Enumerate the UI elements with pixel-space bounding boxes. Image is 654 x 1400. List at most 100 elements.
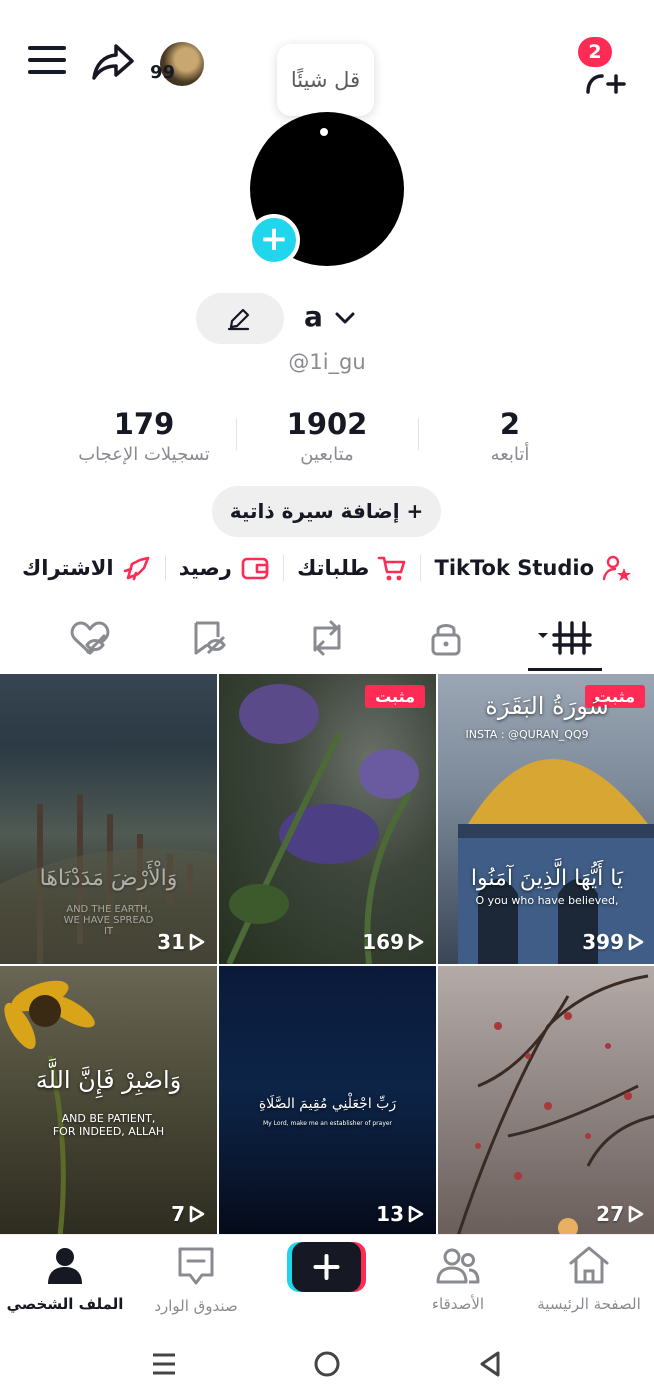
- followers-count: 1902: [286, 407, 368, 441]
- tab-private[interactable]: [416, 614, 476, 662]
- story-count: 99: [150, 62, 176, 83]
- video-tile[interactable]: وَالْأَرْضَ مَدَدْنَاهَا AND THE EARTH, …: [0, 674, 217, 964]
- following-count: 2: [499, 407, 521, 441]
- play-icon: [628, 1205, 644, 1223]
- liked-icon: [70, 621, 110, 655]
- view-count: 31: [157, 930, 205, 954]
- add-bio-label: إضافة سيرة ذاتية: [229, 499, 400, 523]
- subscription-label: الاشتراك: [22, 556, 114, 580]
- tab-saved[interactable]: [180, 614, 240, 662]
- back-icon[interactable]: [476, 1350, 504, 1378]
- orders-label: طلباتك: [297, 556, 370, 580]
- following-stat[interactable]: 2 أتابعه: [430, 406, 590, 468]
- share-icon[interactable]: [90, 40, 136, 84]
- nav-friends-label: الأصدقاء: [431, 1295, 485, 1313]
- video-grid: وَالْأَرْضَ مَدَدْنَاهَا AND THE EARTH, …: [0, 674, 654, 1234]
- view-count: 169: [362, 930, 424, 954]
- view-count: 7: [171, 1202, 205, 1226]
- play-icon: [189, 1205, 205, 1223]
- likes-count: 179: [113, 407, 175, 441]
- display-name[interactable]: a: [304, 300, 355, 333]
- plus-icon: +: [399, 499, 424, 523]
- video-caption-en: O you who have believed,: [475, 894, 619, 907]
- likes-stat[interactable]: 179 تسجيلات الإعجاب: [64, 406, 224, 468]
- edit-profile-button[interactable]: [196, 293, 284, 344]
- nav-inbox-label: صندوق الوارد: [154, 1297, 238, 1315]
- video-caption: رَبِّ اجْعَلْنِي مُقِيمَ الصَّلَاةِ: [258, 1096, 397, 1112]
- video-caption: يَا أَيُّهَا الَّذِينَ آمَنُوا: [470, 866, 624, 891]
- profile-links-row: TikTok Studio طلباتك رصيد الاشتراك: [22, 548, 632, 588]
- video-tile[interactable]: رَبِّ اجْعَلْنِي مُقِيمَ الصَّلَاةِ My L…: [219, 966, 436, 1234]
- view-count-value: 7: [171, 1202, 185, 1226]
- view-count-value: 399: [582, 930, 624, 954]
- nav-profile-label: الملف الشخصي: [6, 1295, 124, 1313]
- videos-grid-icon: [538, 621, 592, 655]
- note-bubble[interactable]: قل شيئًا: [277, 44, 374, 116]
- repost-icon: [313, 620, 341, 656]
- stat-divider: [236, 418, 237, 450]
- video-title-caption: سُورَةُ البَقَرَة: [485, 692, 609, 720]
- likes-label: تسجيلات الإعجاب: [78, 444, 210, 465]
- tiktok-studio-label: TikTok Studio: [434, 556, 595, 580]
- nav-inbox[interactable]: صندوق الوارد: [131, 1245, 261, 1315]
- active-tab-indicator: [528, 668, 602, 671]
- video-caption: وَاصْبِرْ فَإِنَّ اللَّهَ: [35, 1066, 182, 1094]
- video-caption: وَالْأَرْضَ مَدَدْنَاهَا: [39, 866, 178, 891]
- play-icon: [408, 1205, 424, 1223]
- create-button[interactable]: [287, 1242, 366, 1292]
- video-tile[interactable]: مثبت 169: [219, 674, 436, 964]
- balance-link[interactable]: رصيد: [179, 554, 270, 582]
- view-count: 27: [596, 1202, 644, 1226]
- plus-icon: [287, 1242, 366, 1292]
- saved-icon: [194, 621, 226, 655]
- view-count-value: 169: [362, 930, 404, 954]
- orders-link[interactable]: طلباتك: [297, 554, 407, 582]
- recents-icon[interactable]: [150, 1350, 178, 1378]
- person-star-icon: [602, 555, 631, 581]
- video-tile[interactable]: 27: [438, 966, 654, 1234]
- chevron-down-icon: [335, 312, 355, 324]
- home-circle-icon[interactable]: [313, 1350, 341, 1378]
- friends-icon: [436, 1248, 480, 1284]
- add-avatar-plus-icon[interactable]: +: [248, 214, 300, 266]
- stat-divider: [418, 418, 419, 450]
- nav-profile[interactable]: الملف الشخصي: [0, 1245, 130, 1313]
- wallet-icon: [241, 557, 269, 580]
- link-divider: [282, 555, 284, 581]
- menu-icon[interactable]: [28, 46, 66, 76]
- video-tile[interactable]: مثبت سُورَةُ البَقَرَة INSTA : @QURAN_QQ…: [438, 674, 654, 964]
- video-tile[interactable]: وَاصْبِرْ فَإِنَّ اللَّهَ AND BE PATIENT…: [0, 966, 217, 1234]
- home-icon: [569, 1246, 609, 1284]
- view-count: 13: [376, 1202, 424, 1226]
- play-icon: [628, 933, 644, 951]
- notification-badge: 2: [578, 37, 612, 67]
- inbox-icon: [178, 1247, 214, 1285]
- nav-home-label: الصفحة الرئيسية: [537, 1295, 641, 1313]
- video-handle-caption: INSTA : @QURAN_QQ9: [465, 728, 589, 741]
- tab-reposts[interactable]: [297, 614, 357, 662]
- profile-icon: [48, 1248, 82, 1284]
- username: @1i_gu: [288, 350, 366, 374]
- subscription-link[interactable]: الاشتراك: [22, 554, 152, 582]
- display-name-text: a: [304, 300, 323, 333]
- tab-liked[interactable]: [60, 614, 120, 662]
- followers-label: متابعين: [300, 444, 354, 465]
- play-icon: [408, 933, 424, 951]
- nav-friends[interactable]: الأصدقاء: [393, 1245, 523, 1313]
- tab-videos[interactable]: [535, 614, 595, 662]
- link-divider: [164, 555, 166, 581]
- tiktok-studio-link[interactable]: TikTok Studio: [435, 554, 633, 582]
- add-bio-button[interactable]: + إضافة سيرة ذاتية: [212, 486, 441, 537]
- lock-icon: [431, 624, 461, 656]
- pinned-badge: مثبت: [365, 685, 425, 708]
- followers-stat[interactable]: 1902 متابعين: [247, 406, 407, 468]
- view-count: 399: [582, 930, 644, 954]
- view-count-value: 31: [157, 930, 185, 954]
- cart-icon: [378, 556, 406, 581]
- balance-label: رصيد: [178, 556, 232, 580]
- link-divider: [420, 555, 422, 581]
- play-icon: [189, 933, 205, 951]
- video-caption-en: AND BE PATIENT, FOR INDEED, ALLAH: [52, 1112, 165, 1138]
- nav-home[interactable]: الصفحة الرئيسية: [524, 1245, 654, 1313]
- view-count-value: 13: [376, 1202, 404, 1226]
